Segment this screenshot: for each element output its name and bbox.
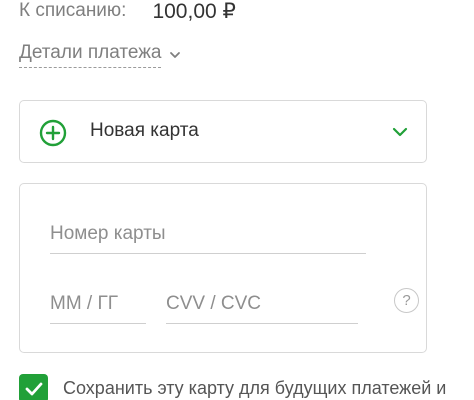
expiry-field: [50, 284, 146, 324]
cvv-field: [166, 284, 358, 324]
card-select-dropdown[interactable]: Новая карта: [19, 100, 427, 163]
save-card-checkbox[interactable]: [19, 374, 48, 400]
chevron-down-icon: [392, 127, 408, 137]
plus-circle-icon: [39, 119, 67, 147]
help-icon[interactable]: ?: [394, 288, 419, 313]
payment-details-label: Детали платежа: [19, 42, 162, 68]
charge-summary: К списанию: 100,00 ₽: [19, 0, 236, 24]
card-number-field: [50, 214, 366, 254]
cvv-input[interactable]: [166, 284, 358, 323]
card-select-label: Новая карта: [90, 120, 199, 141]
expiry-input[interactable]: [50, 284, 146, 323]
charge-label: К списанию:: [19, 0, 127, 21]
save-card-label: Сохранить эту карту для будущих платежей…: [63, 378, 447, 398]
checkmark-icon: [25, 382, 42, 395]
card-number-input[interactable]: [50, 214, 366, 253]
chevron-down-icon: [170, 52, 181, 58]
card-form: ?: [19, 183, 427, 353]
save-card-row: Сохранить эту карту для будущих платежей…: [19, 374, 446, 400]
payment-details-toggle[interactable]: Детали платежа: [19, 42, 181, 68]
charge-amount: 100,00 ₽: [152, 0, 236, 23]
